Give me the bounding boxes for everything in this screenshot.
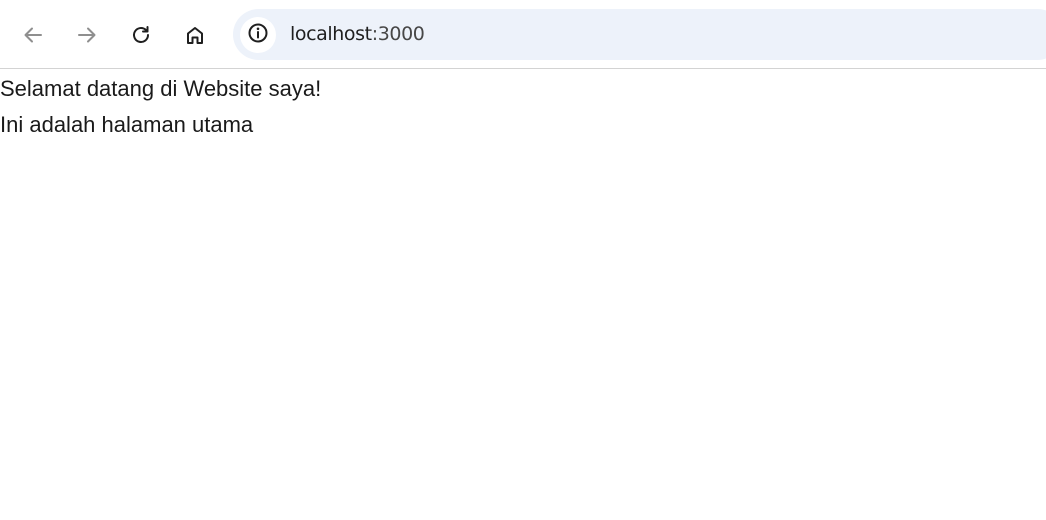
reload-icon bbox=[130, 24, 152, 46]
browser-toolbar: localhost:3000 bbox=[0, 0, 1046, 69]
address-bar[interactable]: localhost:3000 bbox=[233, 9, 1046, 60]
page-heading: Selamat datang di Website saya! bbox=[0, 76, 322, 101]
page-subtext: Ini adalah halaman utama bbox=[0, 112, 254, 137]
home-button[interactable] bbox=[177, 17, 213, 53]
address-host: localhost bbox=[290, 23, 372, 45]
back-button[interactable] bbox=[15, 17, 51, 53]
home-icon bbox=[184, 24, 206, 46]
address-text[interactable]: localhost:3000 bbox=[290, 9, 425, 60]
info-circle-icon bbox=[247, 22, 269, 49]
site-info-button[interactable] bbox=[240, 17, 276, 53]
reload-button[interactable] bbox=[123, 17, 159, 53]
page-content: Selamat datang di Website saya! Ini adal… bbox=[0, 70, 1046, 520]
arrow-left-icon bbox=[22, 24, 44, 46]
forward-button[interactable] bbox=[69, 17, 105, 53]
arrow-right-icon bbox=[76, 24, 98, 46]
address-port: :3000 bbox=[371, 23, 425, 45]
